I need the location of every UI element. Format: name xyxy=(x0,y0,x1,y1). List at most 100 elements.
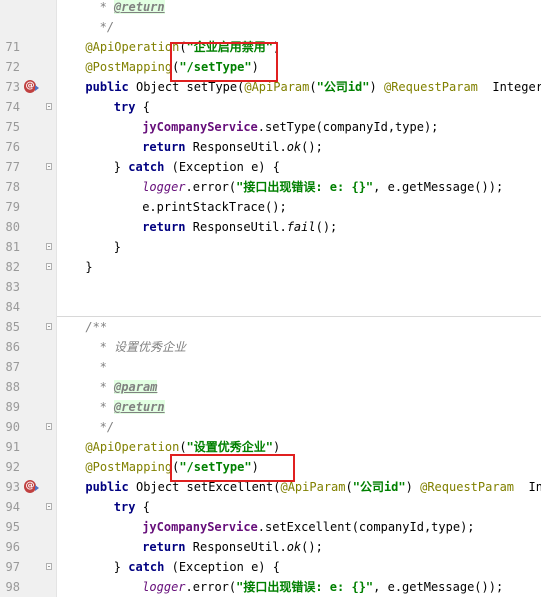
code-token: ) xyxy=(369,80,384,94)
code-token: Integer xyxy=(477,80,541,94)
code-token: .error( xyxy=(185,180,237,194)
code-text: * @return xyxy=(100,0,165,17)
code-token: { xyxy=(142,500,150,514)
code-token: (Exception e) { xyxy=(171,160,280,174)
code-line[interactable]: 96 return ResponseUtil.ok(); xyxy=(0,537,541,557)
code-text: jyCompanyService.setExcellent(companyId,… xyxy=(142,517,474,537)
code-token: e.printStackTrace(); xyxy=(142,200,287,214)
implementation-marker-icon[interactable]: @ xyxy=(24,480,39,493)
line-number: 98 xyxy=(5,580,20,594)
line-number: 81 xyxy=(5,240,20,254)
method-separator xyxy=(57,316,541,317)
code-token: ) xyxy=(273,440,281,454)
code-line[interactable]: 78 logger.error("接口出现错误: e: {}", e.getMes… xyxy=(0,177,541,197)
line-number: 88 xyxy=(5,380,20,394)
code-token: * xyxy=(99,400,115,414)
code-token: @PostMapping xyxy=(85,60,173,74)
code-token: "公司id" xyxy=(316,80,370,94)
code-text: } xyxy=(114,237,121,257)
code-token: fail xyxy=(286,220,316,234)
code-token: .error( xyxy=(185,580,237,594)
fold-toggle-icon[interactable] xyxy=(46,323,52,330)
code-line[interactable]: 84 xyxy=(0,297,541,317)
code-line[interactable]: */ xyxy=(0,17,541,37)
line-number: 85 xyxy=(5,320,20,334)
code-line[interactable]: 85 /** xyxy=(0,317,541,337)
line-number: 83 xyxy=(5,280,20,294)
code-token: */ xyxy=(99,420,115,434)
line-number: 75 xyxy=(5,120,20,134)
code-token: @ApiParam xyxy=(244,80,310,94)
code-line[interactable]: 82} xyxy=(0,257,541,277)
code-text: public Object setType(@ApiParam("公司id") … xyxy=(85,77,541,97)
fold-toggle-icon[interactable] xyxy=(46,243,52,250)
code-token: ( xyxy=(345,480,353,494)
code-text: jyCompanyService.setType(companyId,type)… xyxy=(142,117,438,137)
code-line[interactable]: 94 try { xyxy=(0,497,541,517)
line-number: 76 xyxy=(5,140,20,154)
line-number: 93 xyxy=(5,480,20,494)
code-token: ResponseUtil. xyxy=(192,540,287,554)
code-token: return xyxy=(142,540,193,554)
code-token: @param xyxy=(114,380,158,394)
code-line[interactable]: 83 xyxy=(0,277,541,297)
code-token: public xyxy=(85,480,136,494)
line-number: 87 xyxy=(5,360,20,374)
line-number: 82 xyxy=(5,260,20,274)
line-number: 72 xyxy=(5,60,20,74)
fold-toggle-icon[interactable] xyxy=(46,423,52,430)
code-token: logger xyxy=(142,180,186,194)
code-token: (Exception e) { xyxy=(171,560,280,574)
code-token: * 设置优秀企业 xyxy=(99,340,187,354)
code-token: , e.getMessage()); xyxy=(373,580,504,594)
code-line[interactable]: * @return xyxy=(0,0,541,17)
code-token: jyCompanyService xyxy=(142,520,258,534)
fold-toggle-icon[interactable] xyxy=(46,563,52,570)
code-text: try { xyxy=(114,497,150,517)
code-token: ok xyxy=(286,540,302,554)
code-line[interactable]: 88 * @param xyxy=(0,377,541,397)
code-token: try xyxy=(113,500,143,514)
code-token: @RequestParam xyxy=(383,80,478,94)
code-line[interactable]: 74 try { xyxy=(0,97,541,117)
code-text: return ResponseUtil.ok(); xyxy=(142,537,323,557)
fold-toggle-icon[interactable] xyxy=(46,503,52,510)
code-token: logger xyxy=(142,580,186,594)
fold-toggle-icon[interactable] xyxy=(46,263,52,270)
implementation-marker-icon[interactable]: @ xyxy=(24,80,39,93)
code-line[interactable]: 89 * @return xyxy=(0,397,541,417)
code-token: .setType(companyId,type); xyxy=(257,120,439,134)
line-number: 84 xyxy=(5,300,20,314)
code-token: @PostMapping xyxy=(85,460,173,474)
code-token: "接口出现错误: e: {}" xyxy=(236,580,374,594)
code-text: */ xyxy=(100,417,114,437)
code-line[interactable]: 81} xyxy=(0,237,541,257)
code-line[interactable]: 98 logger.error("接口出现错误: e: {}", e.getMes… xyxy=(0,577,541,597)
fold-toggle-icon[interactable] xyxy=(46,163,52,170)
line-number: 91 xyxy=(5,440,20,454)
line-number: 80 xyxy=(5,220,20,234)
code-token: @return xyxy=(114,0,165,14)
code-line[interactable]: 87 * xyxy=(0,357,541,377)
fold-toggle-icon[interactable] xyxy=(46,103,52,110)
code-line[interactable]: 79 e.printStackTrace(); xyxy=(0,197,541,217)
code-token: ( xyxy=(179,440,187,454)
code-text: */ xyxy=(100,17,114,37)
code-editor[interactable]: * @return */71 @ApiOperation("企业启用禁用") 72 @P… xyxy=(0,0,541,597)
code-line[interactable]: 76 return ResponseUtil.ok(); xyxy=(0,137,541,157)
code-token: ( xyxy=(309,80,317,94)
line-number: 94 xyxy=(5,500,20,514)
code-line[interactable]: 77} catch (Exception e) { xyxy=(0,157,541,177)
code-line[interactable]: 80 return ResponseUtil.fail(); xyxy=(0,217,541,237)
code-text: /** xyxy=(85,317,107,337)
line-number: 89 xyxy=(5,400,20,414)
code-line[interactable]: 90 */ xyxy=(0,417,541,437)
code-line[interactable]: 86 * 设置优秀企业 xyxy=(0,337,541,357)
code-line[interactable]: 97} catch (Exception e) { xyxy=(0,557,541,577)
code-token: @return xyxy=(114,400,165,414)
code-line[interactable]: 75 jyCompanyService.setType(companyId,typ… xyxy=(0,117,541,137)
code-line[interactable]: 95 jyCompanyService.setExcellent(companyI… xyxy=(0,517,541,537)
code-token: "公司id" xyxy=(352,480,406,494)
line-number: 90 xyxy=(5,420,20,434)
code-token: Object setExcellent( xyxy=(135,480,281,494)
